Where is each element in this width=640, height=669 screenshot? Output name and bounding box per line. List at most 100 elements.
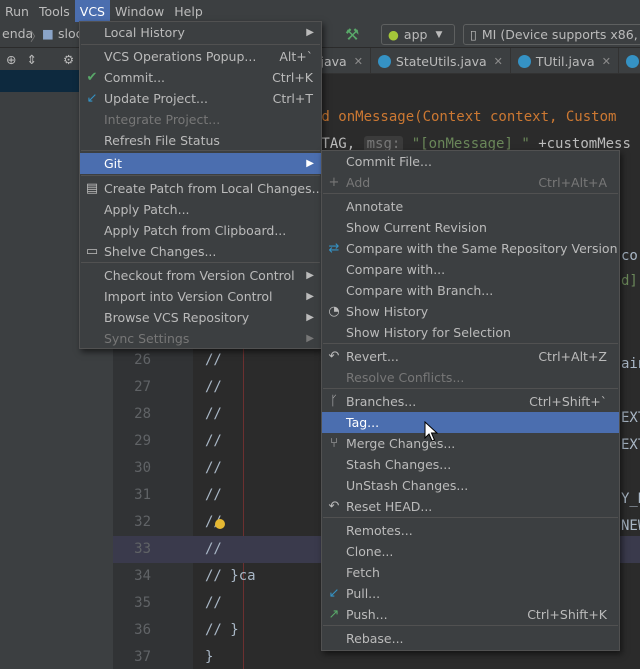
vcs-item-create-patch-from-local-changes[interactable]: ▤ Create Patch from Local Changes... [80,178,324,199]
tab-tutil[interactable]: TUtil.java ✕ [511,48,619,74]
vcs-item-shortcut: Ctrl+K [272,70,313,85]
line-number: 34 [134,568,151,584]
tab-v[interactable]: V [619,48,640,74]
git-item-label: Fetch [346,565,380,580]
vcs-item-shelve-changes[interactable]: ▭ Shelve Changes... [80,241,321,262]
code-text: // [205,352,222,368]
vcs-item-label: VCS Operations Popup... [104,49,257,64]
menu-vcs-label: VCS [79,3,105,19]
lightbulb-icon[interactable] [215,519,225,529]
device-select[interactable]: ▯ MI (Device supports x86, I [463,24,640,45]
git-item-branches[interactable]: ᚴ Branches... Ctrl+Shift+` [322,391,619,412]
tab-tutil-label: TUtil.java [535,53,595,69]
git-item-show-current-revision[interactable]: Show Current Revision [322,217,619,238]
vcs-item-import-into-version-control[interactable]: Import into Version Control ▶ [80,286,321,307]
code-text: // [205,541,222,557]
tab-stateutils[interactable]: StateUtils.java ✕ [371,48,511,74]
git-item-label: Resolve Conflicts... [346,370,465,385]
code-text: // [205,379,222,395]
code-text: // [205,406,222,422]
vcs-item-label: Create Patch from Local Changes... [104,181,324,196]
git-item-tag[interactable]: Tag... [322,412,619,433]
git-item-label: Add [346,175,371,190]
git-item-push[interactable]: ↗ Push... Ctrl+Shift+K [322,604,619,625]
vcs-item-update-project[interactable]: ↙ Update Project... Ctrl+T [80,88,321,109]
git-item-label: Pull... [346,586,381,601]
vcs-item-git[interactable]: Git ▶ [80,153,321,174]
git-item-reset-head[interactable]: ↶ Reset HEAD... [322,496,619,517]
vcs-item-refresh-file-status[interactable]: Refresh File Status [80,130,321,151]
menu-separator [323,388,618,389]
vcs-item-apply-patch-from-clipboard[interactable]: Apply Patch from Clipboard... [80,220,321,241]
git-item-revert[interactable]: ↶ Revert... Ctrl+Alt+Z [322,346,619,367]
vcs-item-commit[interactable]: ✔ Commit... Ctrl+K [80,67,321,88]
vcs-item-integrate-project: Integrate Project... [80,109,321,130]
vcs-item-label: Local History [104,25,185,40]
collapse-icon[interactable]: ⇕ [26,52,36,72]
chevron-down-icon: ▼ [435,29,443,40]
menu-run[interactable]: Run [0,0,34,22]
git-item-show-history-for-selection[interactable]: Show History for Selection [322,322,619,343]
clock-icon: ◔ [328,304,340,319]
vcs-item-label: Sync Settings [104,331,190,346]
vcs-item-apply-patch[interactable]: Apply Patch... [80,199,321,220]
git-item-label: UnStash Changes... [346,478,469,493]
build-hammer-icon[interactable]: ⚒ [345,25,359,44]
gear-icon[interactable]: ⚙ [63,52,74,72]
menu-vcs[interactable]: VCS [74,0,110,22]
git-item-resolve-conflicts: Resolve Conflicts... [322,367,619,388]
menu-separator [323,517,618,518]
branch-icon: ᚴ [330,394,338,409]
locate-icon[interactable]: ⊕ [6,52,16,72]
close-icon[interactable]: ✕ [354,55,363,68]
merge-icon: ⑂ [330,436,338,451]
vcs-item-sync-settings: Sync Settings ▶ [80,328,321,349]
git-item-label: Revert... [346,349,399,364]
git-item-rebase[interactable]: Rebase... [322,628,619,649]
breadcrumb-project[interactable]: enda [2,26,33,41]
menu-separator [323,193,618,194]
git-item-compare-with-the-same-repository-version[interactable]: ⇄ Compare with the Same Repository Versio… [322,238,619,259]
git-item-fetch[interactable]: Fetch [322,562,619,583]
git-item-clone[interactable]: Clone... [322,541,619,562]
git-item-shortcut: Ctrl+Shift+K [527,607,607,622]
code-fragment: NEW [621,518,640,534]
vcs-item-label: Git [104,156,123,171]
menu-help[interactable]: Help [169,0,208,22]
menu-window[interactable]: Window [110,0,169,22]
git-item-shortcut: Ctrl+Shift+` [529,394,607,409]
vcs-item-browse-vcs-repository[interactable]: Browse VCS Repository ▶ [80,307,321,328]
git-item-unstash-changes[interactable]: UnStash Changes... [322,475,619,496]
git-item-commit-file[interactable]: Commit File... [322,151,619,172]
line-number: 35 [134,595,151,611]
vcs-item-checkout-from-version-control[interactable]: Checkout from Version Control ▶ [80,265,321,286]
close-icon[interactable]: ✕ [494,55,503,68]
git-item-stash-changes[interactable]: Stash Changes... [322,454,619,475]
git-item-show-history[interactable]: ◔ Show History [322,301,619,322]
git-item-label: Branches... [346,394,417,409]
git-item-annotate[interactable]: Annotate [322,196,619,217]
git-item-remotes[interactable]: Remotes... [322,520,619,541]
line-number: 27 [134,379,151,395]
vcs-item-label: Checkout from Version Control [104,268,295,283]
submenu-arrow-icon: ▶ [306,270,314,281]
menu-tools[interactable]: Tools [34,0,75,22]
close-icon[interactable]: ✕ [602,55,611,68]
git-item-compare-with[interactable]: Compare with... [322,259,619,280]
menu-separator [81,175,320,176]
git-item-label: Tag... [346,415,380,430]
vcs-menu: Local History ▶ VCS Operations Popup... Alt… [79,21,324,349]
vcs-item-label: Integrate Project... [104,112,221,127]
compare-icon: ⇄ [328,241,340,256]
tab-stateutils-label: StateUtils.java [395,53,487,69]
vcs-item-vcs-operations-popup[interactable]: VCS Operations Popup... Alt+` [80,46,321,67]
menu-separator [81,44,320,45]
submenu-arrow-icon: ▶ [306,158,314,169]
git-item-compare-with-branch[interactable]: Compare with Branch... [322,280,619,301]
git-item-pull[interactable]: ↙ Pull... [322,583,619,604]
git-item-merge-changes[interactable]: ⑂ Merge Changes... [322,433,619,454]
vcs-item-local-history[interactable]: Local History ▶ [80,22,321,43]
line-number: 30 [134,460,151,476]
run-config-select[interactable]: ● app ▼ [381,24,455,45]
git-item-label: Stash Changes... [346,457,452,472]
